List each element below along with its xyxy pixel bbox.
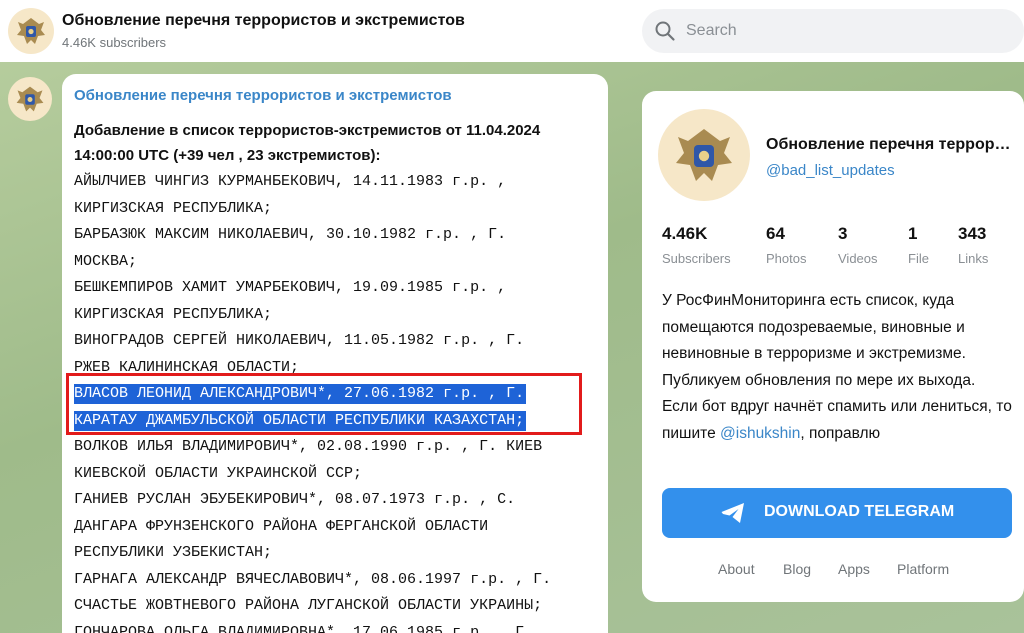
panel-avatar [658, 109, 750, 201]
description-text: У РосФинМониторинга есть список, куда по… [662, 292, 1012, 442]
channel-subscribers: 4.46K subscribers [62, 35, 167, 50]
message-line: БАРБАЗЮК МАКСИМ НИКОЛАЕВИЧ, 30.10.1982 г… [74, 226, 507, 243]
panel-channel-name: Обновление перечня террористов и экстрем… [766, 136, 1012, 153]
message-line: РЕСПУБЛИКИ УЗБЕКИСТАН; [74, 544, 273, 561]
description-link[interactable]: @ishukshin [720, 425, 800, 442]
footer-link-blog[interactable]: Blog [783, 561, 811, 577]
message-line: ГОНЧАРОВА ОЛЬГА ВЛАДИМИРОВНА*, 17.06.198… [74, 623, 534, 633]
stat-label: Subscribers [662, 251, 731, 266]
eagle-emblem-icon [17, 18, 45, 44]
stat-label: Videos [838, 251, 878, 266]
channel-header: Обновление перечня террористов и экстрем… [0, 0, 1024, 62]
channel-info-panel: Обновление перечня террористов и экстрем… [642, 91, 1024, 602]
message-line: БЕШКЕМПИРОВ ХАМИТ УМАРБЕКОВИЧ, 19.09.198… [74, 279, 507, 296]
stat-value: 3 [838, 224, 848, 243]
message-line: КИРГИЗСКАЯ РЕСПУБЛИКА; [74, 305, 273, 323]
date-separator: April 11 [270, 38, 341, 58]
stat-label: Photos [766, 251, 807, 266]
download-telegram-button[interactable]: DOWNLOAD TELEGRAM [662, 488, 1012, 538]
stat-files[interactable]: 1 File [908, 224, 929, 266]
footer-link-apps[interactable]: Apps [838, 561, 870, 577]
stat-videos[interactable]: 3 Videos [838, 224, 878, 266]
footer-link-about[interactable]: About [718, 561, 755, 577]
stat-label: Links [958, 251, 989, 266]
stat-value: 64 [766, 224, 785, 243]
message-line: АЙЫЛЧИЕВ ЧИНГИЗ КУРМАНБЕКОВИЧ, 14.11.198… [74, 173, 507, 190]
message-line: КИРГИЗСКАЯ РЕСПУБЛИКА; [74, 199, 273, 217]
message-headline: Добавление в список террористов-экстреми… [74, 122, 541, 164]
message-line: ДАНГАРА ФРУНЗЕНСКОГО РАЙОНА ФЕРГАНСКОЙ О… [74, 517, 489, 535]
message-line: ГАНИЕВ РУСЛАН ЭБУБЕКИРОВИЧ*, 08.07.1973 … [74, 491, 516, 508]
telegram-plane-icon [721, 503, 744, 523]
message-line: ГАРНАГА АЛЕКСАНДР ВЯЧЕСЛАВОВИЧ*, 08.06.1… [74, 570, 552, 588]
stat-subscribers: 4.46K Subscribers [662, 224, 731, 266]
stat-value: 343 [958, 224, 987, 243]
stat-value: 4.46K [662, 224, 708, 243]
message-line: РЖЕВ КАЛИНИНСКАЯ ОБЛАСТИ; [74, 358, 300, 376]
channel-avatar[interactable] [8, 8, 54, 54]
search-icon [655, 21, 675, 41]
search-input[interactable] [686, 20, 986, 42]
message-line-highlighted: КАРАТАУ ДЖАМБУЛЬСКОЙ ОБЛАСТИ РЕСПУБЛИКИ … [74, 410, 527, 431]
stat-label: File [908, 251, 929, 266]
eagle-emblem-icon [16, 86, 44, 112]
eagle-emblem-icon [676, 129, 732, 181]
stat-links[interactable]: 343 Links [958, 224, 988, 266]
stat-photos[interactable]: 64 Photos [766, 224, 806, 266]
message-line: ВИНОГРАДОВ СЕРГЕЙ НИКОЛАЕВИЧ, 11.05.1982… [74, 332, 525, 349]
message-line: СЧАСТЬЕ ЖОВТНЕВОГО РАЙОНА ЛУГАНСКОЙ ОБЛА… [74, 597, 543, 614]
download-telegram-label: DOWNLOAD TELEGRAM [764, 503, 955, 520]
panel-channel-handle[interactable]: @bad_list_updates [766, 162, 895, 179]
message-author[interactable]: Обновление перечня террористов и экстрем… [74, 87, 452, 104]
message-line-highlighted: ВЛАСОВ ЛЕОНИД АЛЕКСАНДРОВИЧ*, 27.06.1982… [74, 384, 527, 404]
footer-link-platform[interactable]: Platform [897, 561, 949, 577]
channel-title[interactable]: Обновление перечня террористов и экстрем… [62, 12, 465, 30]
message-line: МОСКВА; [74, 252, 138, 270]
message-line: ВОЛКОВ ИЛЬЯ ВЛАДИМИРОВИЧ*, 02.08.1990 г.… [74, 438, 543, 455]
channel-description: У РосФинМониторинга есть список, куда по… [662, 288, 1014, 447]
description-tail: , поправлю [800, 424, 881, 442]
search-box[interactable] [642, 9, 1024, 53]
message-bubble: Обновление перечня террористов и экстрем… [62, 74, 608, 633]
stat-value: 1 [908, 224, 918, 243]
message-line: КИЕВСКОЙ ОБЛАСТИ УКРАИНСКОЙ ССР; [74, 464, 363, 482]
message-avatar[interactable] [8, 77, 52, 121]
